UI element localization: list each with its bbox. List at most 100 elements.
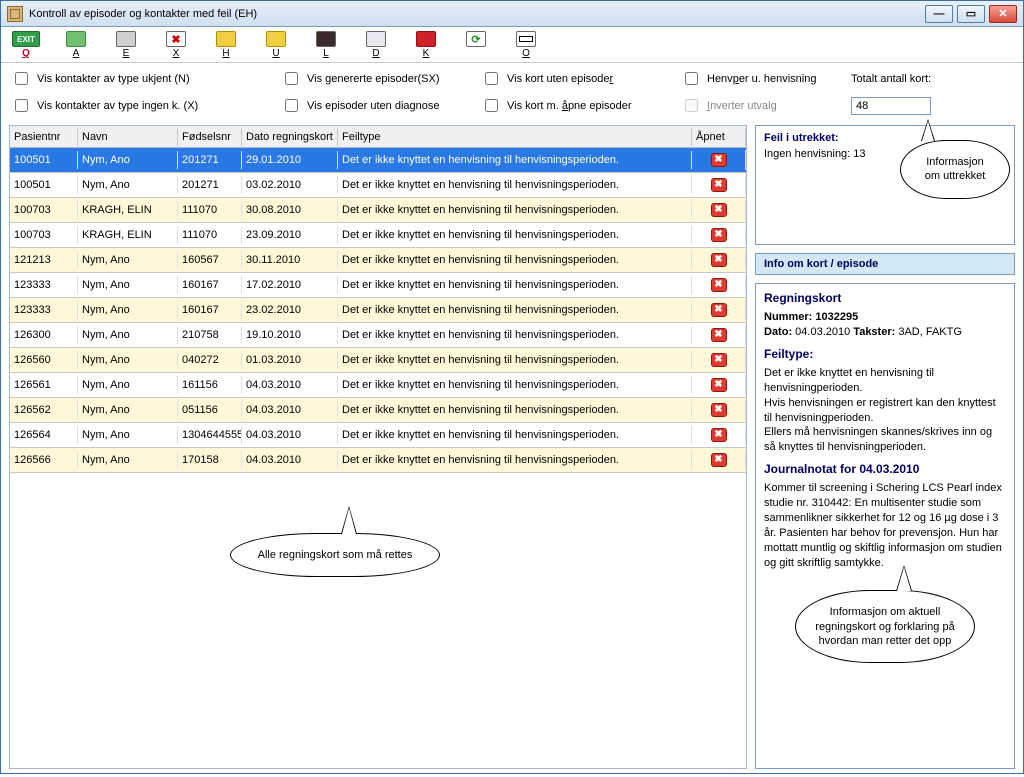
toolbar-item-k[interactable]: K [411,31,441,59]
cell-f: 111070 [178,226,242,244]
table-row[interactable]: 126562Nym, Ano05115604.03.2010Det er ikk… [10,398,746,423]
feil-line-value: 13 [853,148,865,160]
window-controls: — ▭ ✕ [925,5,1017,23]
cell-apnet: ✖ [692,275,746,295]
cell-p: 100501 [10,176,78,194]
toolbar-item-label: O [522,48,530,59]
cell-d: 23.02.2010 [242,301,338,319]
cell-d: 19.10.2010 [242,326,338,344]
close-icon[interactable]: ✖ [711,353,727,367]
total-value-wrap [851,97,1013,115]
callout-all-regningskort: Alle regningskort som må rettes [230,533,440,577]
column-header[interactable]: Dato regningskort [242,128,338,146]
chk-ingen-box[interactable] [15,99,28,112]
cell-n: Nym, Ano [78,351,178,369]
total-value [851,97,931,115]
close-icon[interactable]: ✖ [711,253,727,267]
table-row[interactable]: 100703KRAGH, ELIN11107030.08.2010Det er … [10,198,746,223]
chk-henvper-label: Henvper u. henvisning [707,73,816,85]
cell-p: 100703 [10,201,78,219]
column-header[interactable]: Feiltype [338,128,692,146]
close-icon[interactable]: ✖ [711,278,727,292]
chk-henvper[interactable]: Henvper u. henvisning [681,69,851,88]
close-icon[interactable]: ✖ [711,328,727,342]
cell-n: Nym, Ano [78,401,178,419]
chk-ukjent[interactable]: Vis kontakter av type ukjent (N) [11,69,281,88]
close-icon[interactable]: ✖ [711,228,727,242]
chk-genererte-box[interactable] [285,72,298,85]
toolbar-item-label: Q [22,48,30,59]
cell-f: 170158 [178,451,242,469]
toolbar-item-e[interactable]: E [111,31,141,59]
column-header[interactable]: Pasientnr [10,128,78,146]
toolbar-item-u[interactable]: U [261,31,291,59]
cell-apnet: ✖ [692,350,746,370]
reg-title: Regningskort [764,290,1006,306]
reg-dato: 04.03.2010 [795,326,850,338]
table-row[interactable]: 100501Nym, Ano20127103.02.2010Det er ikk… [10,173,746,198]
toolbar-item-reload[interactable]: ⟳ [461,31,491,48]
close-icon[interactable]: ✖ [711,303,727,317]
cell-n: Nym, Ano [78,426,178,444]
table-row[interactable]: 100703KRAGH, ELIN11107023.09.2010Det er … [10,223,746,248]
toolbar-item-d[interactable]: D [361,31,391,59]
cell-d: 04.03.2010 [242,376,338,394]
toolbar-item-label: E [123,48,130,59]
close-button[interactable]: ✕ [989,5,1017,23]
toolbar-item-l[interactable]: L [311,31,341,59]
cell-d: 30.11.2010 [242,251,338,269]
cell-t: Det er ikke knyttet en henvisning til he… [338,226,692,244]
table-row[interactable]: 126300Nym, Ano21075819.10.2010Det er ikk… [10,323,746,348]
chk-apne[interactable]: Vis kort m. åpne episoder [481,96,681,115]
toolbar-item-x[interactable]: ✖X [161,31,191,59]
chk-genererte[interactable]: Vis genererte episoder(SX) [281,69,481,88]
chk-uten-episoder[interactable]: Vis kort uten episoder [481,69,681,88]
close-icon[interactable]: ✖ [711,453,727,467]
chk-uten-diagnose[interactable]: Vis episoder uten diagnose [281,96,481,115]
chk-apne-box[interactable] [485,99,498,112]
toolbar-item-a[interactable]: A [61,31,91,59]
chk-ingen[interactable]: Vis kontakter av type ingen k. (X) [11,96,281,115]
toolbar-item-q[interactable]: EXITQ [11,31,41,59]
table-row[interactable]: 123333Nym, Ano16016717.02.2010Det er ikk… [10,273,746,298]
close-icon[interactable]: ✖ [711,178,727,192]
toolbar-item-label: A [73,48,80,59]
table-row[interactable]: 123333Nym, Ano16016723.02.2010Det er ikk… [10,298,746,323]
cell-d: 30.08.2010 [242,201,338,219]
toolbar-item-label: H [222,48,229,59]
cell-n: Nym, Ano [78,276,178,294]
chk-henvper-box[interactable] [685,72,698,85]
table-row[interactable]: 126566Nym, Ano17015804.03.2010Det er ikk… [10,448,746,473]
cell-t: Det er ikke knyttet en henvisning til he… [338,151,692,169]
cell-n: Nym, Ano [78,301,178,319]
cell-t: Det er ikke knyttet en henvisning til he… [338,401,692,419]
table-row[interactable]: 121213Nym, Ano16056730.11.2010Det er ikk… [10,248,746,273]
chk-ukjent-box[interactable] [15,72,28,85]
cell-d: 04.03.2010 [242,401,338,419]
chk-uten-episoder-box[interactable] [485,72,498,85]
table-row[interactable]: 126564Nym, Ano13046445555304.03.2010Det … [10,423,746,448]
table-row[interactable]: 126561Nym, Ano16115604.03.2010Det er ikk… [10,373,746,398]
chk-uten-diagnose-box[interactable] [285,99,298,112]
cell-t: Det er ikke knyttet en henvisning til he… [338,251,692,269]
grid-body: 100501Nym, Ano20127129.01.2010Det er ikk… [10,148,746,473]
minimize-button[interactable]: — [925,5,953,23]
column-header[interactable]: Navn [78,128,178,146]
column-header[interactable]: Fødselsnr [178,128,242,146]
table-row[interactable]: 126560Nym, Ano04027201.03.2010Det er ikk… [10,348,746,373]
toolbar-item-o[interactable]: O [511,31,541,59]
close-icon[interactable]: ✖ [711,428,727,442]
reg-takst: 3AD, FAKTG [898,326,962,338]
column-header[interactable]: Åpnet [692,128,746,146]
maximize-button[interactable]: ▭ [957,5,985,23]
feiltype-title: Feiltype: [764,346,1006,362]
close-icon[interactable]: ✖ [711,153,727,167]
close-icon[interactable]: ✖ [711,403,727,417]
toolbar-item-h[interactable]: H [211,31,241,59]
cell-d: 17.02.2010 [242,276,338,294]
cell-f: 051156 [178,401,242,419]
close-icon[interactable]: ✖ [711,203,727,217]
chk-apne-label: Vis kort m. åpne episoder [507,100,632,112]
table-row[interactable]: 100501Nym, Ano20127129.01.2010Det er ikk… [10,148,746,173]
close-icon[interactable]: ✖ [711,378,727,392]
